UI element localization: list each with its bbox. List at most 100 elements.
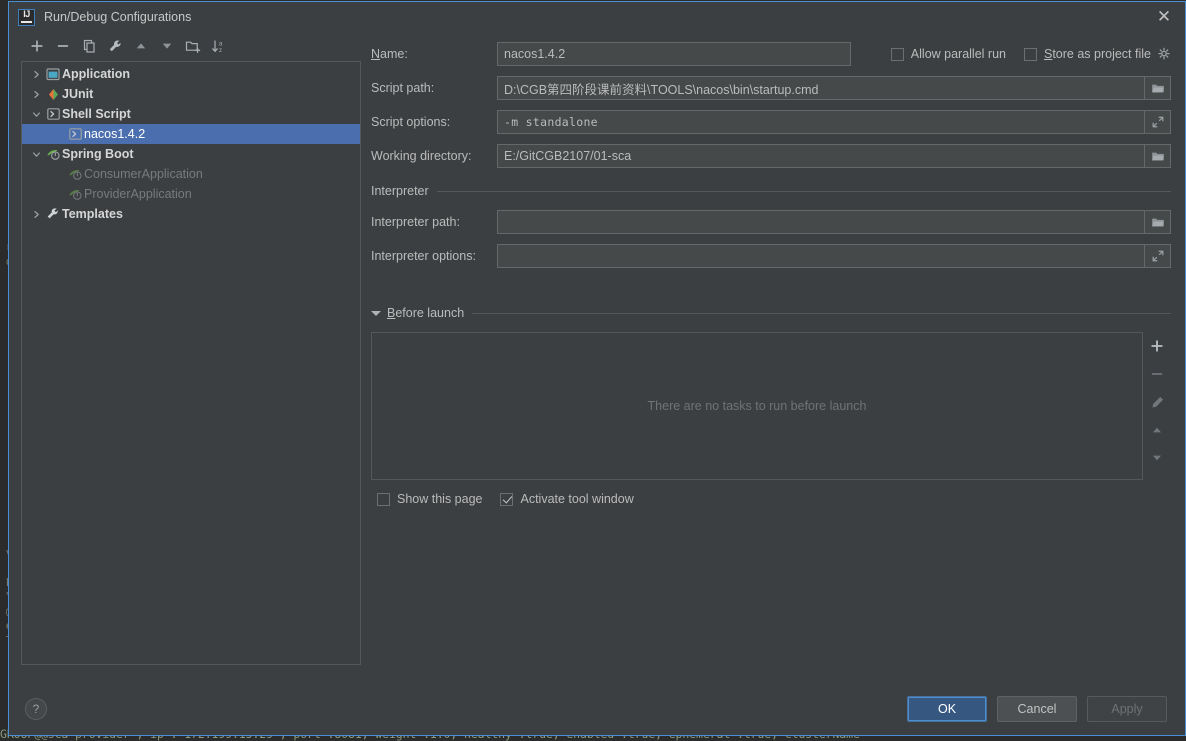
before-launch-empty-text: There are no tasks to run before launch [647, 399, 867, 413]
ok-button[interactable]: OK [907, 696, 987, 722]
interpreter-options-expand-editor-icon[interactable] [1145, 244, 1171, 268]
before-launch-title-group: Before launch [371, 306, 472, 320]
working-directory-browse-folder-icon[interactable] [1145, 144, 1171, 168]
tree-item-label: ConsumerApplication [84, 167, 203, 181]
interpreter-path-label: Interpreter path: [371, 215, 460, 229]
sort-configurations-button[interactable]: a z [207, 35, 231, 57]
name-row: Name: nacos1.4.2 Allow parallel run Stor… [371, 42, 1171, 66]
dialog-title: Run/Debug Configurations [44, 10, 192, 24]
tree-item-label: Templates [62, 207, 123, 221]
show-this-page-checkbox[interactable]: Show this page [377, 492, 482, 506]
edit-task-pencil-icon[interactable] [1146, 392, 1168, 412]
show-this-page-label: Show this page [397, 492, 483, 506]
before-launch-collapse-triangle-icon[interactable] [371, 310, 381, 316]
remove-configuration-button[interactable] [51, 35, 75, 57]
script-path-browse-folder-icon[interactable] [1145, 76, 1171, 100]
before-launch-divider [472, 312, 1171, 314]
tree-item-application[interactable]: Application [22, 64, 360, 84]
interpreter-path-browse-folder-icon[interactable] [1145, 210, 1171, 234]
tree-item-providerapplication[interactable]: ProviderApplication [22, 184, 360, 204]
interpreter-options-label: Interpreter options: [371, 249, 476, 263]
name-label: Name: [371, 47, 408, 61]
allow-parallel-run-label: Allow parallel run [910, 47, 1006, 61]
configurations-toolbar: a z [21, 32, 361, 60]
before-launch-title: Before launch [387, 306, 465, 320]
intellij-idea-logo-icon [18, 8, 35, 26]
interpreter-options-row: Interpreter options: [371, 244, 1171, 268]
store-as-project-file-checkbox-box [1023, 47, 1037, 61]
copy-configuration-button[interactable] [77, 35, 101, 57]
shell-script-icon [44, 108, 62, 120]
interpreter-section-divider [436, 190, 1171, 192]
store-as-project-file-label: Store as project file [1043, 47, 1151, 61]
dialog-titlebar: Run/Debug Configurations ✕ [9, 2, 1185, 32]
script-path-label: Script path: [371, 81, 435, 95]
before-launch-side-toolbar [1143, 332, 1171, 480]
tree-item-label: ProviderApplication [84, 187, 192, 201]
interpreter-path-input[interactable] [497, 210, 1145, 234]
chevron-down-icon[interactable] [28, 150, 44, 159]
script-options-input[interactable]: -m standalone [497, 110, 1145, 134]
script-path-row: Script path: D:\CGB第四阶段课前资料\TOOLS\nacos\… [371, 76, 1171, 100]
move-task-down-button[interactable] [1146, 448, 1168, 468]
tree-item-label: JUnit [62, 87, 94, 101]
before-launch-task-list[interactable]: There are no tasks to run before launch [371, 332, 1143, 480]
junit-icon [44, 88, 62, 101]
close-icon[interactable]: ✕ [1149, 4, 1179, 30]
tree-item-spring-boot[interactable]: Spring Boot [22, 144, 360, 164]
name-input[interactable]: nacos1.4.2 [497, 42, 851, 66]
add-task-button[interactable] [1146, 336, 1168, 356]
configurations-pane: a z Application JUnit Shell Script nacos1.4… [9, 32, 361, 683]
remove-task-button[interactable] [1146, 364, 1168, 384]
working-directory-label: Working directory: [371, 149, 472, 163]
interpreter-section-title: Interpreter [371, 184, 429, 198]
move-task-up-button[interactable] [1146, 420, 1168, 440]
svg-text:z: z [219, 48, 222, 54]
allow-parallel-run-checkbox-box [890, 47, 904, 61]
script-options-row: Script options: -m standalone [371, 110, 1171, 134]
activate-tool-window-checkbox-box [500, 492, 514, 506]
apply-button[interactable]: Apply [1087, 696, 1167, 722]
wrench-icon [44, 207, 62, 221]
activate-tool-window-checkbox[interactable]: Activate tool window [500, 492, 634, 506]
dialog-action-buttons: OK Cancel Apply [907, 696, 1167, 722]
script-options-expand-editor-icon[interactable] [1145, 110, 1171, 134]
name-row-options: Allow parallel run Store as project file [890, 47, 1171, 61]
tree-item-shell-script[interactable]: Shell Script [22, 104, 360, 124]
gear-icon[interactable] [1157, 47, 1171, 61]
interpreter-options-input[interactable] [497, 244, 1145, 268]
spring-boot-icon [44, 148, 62, 161]
tree-item-junit[interactable]: JUnit [22, 84, 360, 104]
launch-options-row: Show this page Activate tool window [371, 492, 1171, 506]
cancel-button[interactable]: Cancel [997, 696, 1077, 722]
working-directory-input[interactable]: E:/GitCGB2107/01-sca [497, 144, 1145, 168]
edit-templates-wrench-icon[interactable] [103, 35, 127, 57]
allow-parallel-run-checkbox[interactable]: Allow parallel run [890, 47, 1006, 61]
chevron-down-icon[interactable] [28, 110, 44, 119]
tree-item-label: Shell Script [62, 107, 131, 121]
interpreter-section-header: Interpreter [371, 184, 1171, 198]
tree-item-templates[interactable]: Templates [22, 204, 360, 224]
create-folder-button[interactable] [181, 35, 205, 57]
tree-item-consumerapplication[interactable]: ConsumerApplication [22, 164, 360, 184]
dialog-body: a z Application JUnit Shell Script nacos1.4… [9, 32, 1185, 683]
move-up-button[interactable] [129, 35, 153, 57]
show-this-page-checkbox-box [377, 492, 390, 506]
before-launch-header: Before launch [371, 306, 1171, 320]
add-configuration-button[interactable] [25, 35, 49, 57]
script-path-input[interactable]: D:\CGB第四阶段课前资料\TOOLS\nacos\bin\startup.c… [497, 76, 1145, 100]
tree-item-nacos1-4-2[interactable]: nacos1.4.2 [22, 124, 360, 144]
help-button[interactable]: ? [25, 698, 47, 720]
chevron-right-icon[interactable] [28, 210, 44, 219]
store-as-project-file-checkbox[interactable]: Store as project file [1023, 47, 1151, 61]
before-launch-section: There are no tasks to run before launch [371, 332, 1171, 480]
tree-item-label: Spring Boot [62, 147, 134, 161]
activate-tool-window-label: Activate tool window [520, 492, 634, 506]
spring-boot-icon [66, 168, 84, 181]
tree-item-label: nacos1.4.2 [84, 127, 146, 141]
chevron-right-icon[interactable] [28, 70, 44, 79]
move-down-button[interactable] [155, 35, 179, 57]
chevron-right-icon[interactable] [28, 90, 44, 99]
run-debug-configurations-dialog: Run/Debug Configurations ✕ [8, 1, 1186, 736]
configurations-tree[interactable]: Application JUnit Shell Script nacos1.4.2 Sp… [21, 61, 361, 665]
